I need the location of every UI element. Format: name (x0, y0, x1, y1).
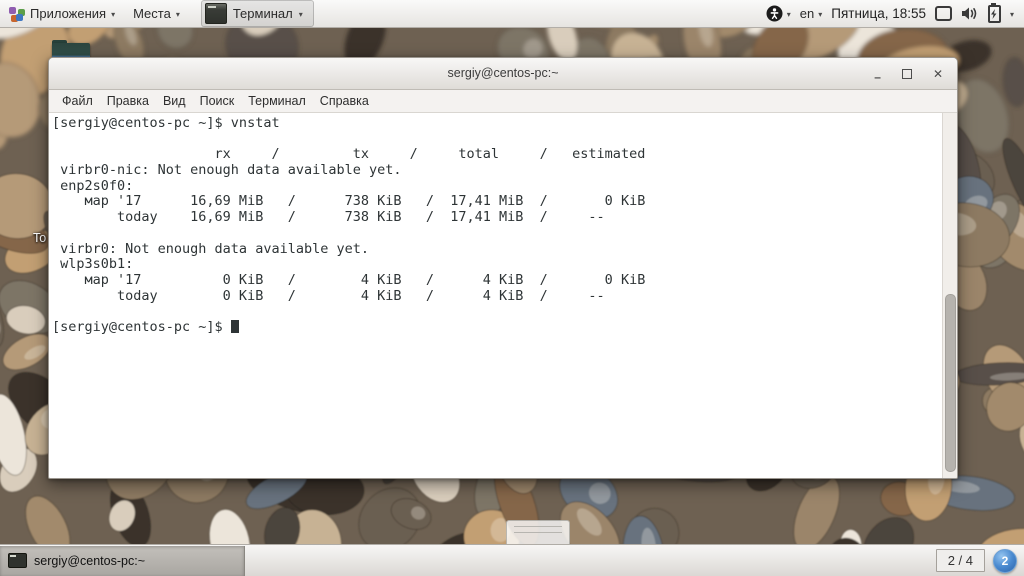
menu-help[interactable]: Справка (313, 90, 376, 112)
terminal-line: [sergiy@centos-pc ~]$ vnstat (52, 115, 280, 131)
terminal-line: rx / tx / total / estimated (52, 146, 646, 163)
places-menu-label: Места (133, 6, 171, 21)
volume-icon[interactable] (961, 6, 979, 21)
terminal-line: today 16,69 MiB / 738 KiB / 17,41 MiB / … (52, 209, 605, 226)
menu-file[interactable]: Файл (55, 90, 100, 112)
menu-search[interactable]: Поиск (193, 90, 242, 112)
menu-terminal[interactable]: Терминал (241, 90, 313, 112)
applications-icon (9, 6, 25, 22)
terminal-content[interactable]: [sergiy@centos-pc ~]$ vnstat rx / tx / t… (49, 113, 957, 478)
workspace-indicator[interactable]: 2 / 4 (935, 549, 985, 572)
taskbar-window-label: sergiy@centos-pc:~ (34, 553, 145, 568)
maximize-button[interactable] (901, 68, 912, 79)
terminal-line: virbr0-nic: Not enough data available ye… (52, 162, 402, 179)
scrollbar-thumb[interactable] (945, 294, 956, 472)
terminal-line: today 0 KiB / 4 KiB / 4 KiB / -- (52, 287, 605, 304)
places-menu[interactable]: Места ▾ (124, 0, 189, 27)
window-controls: – ✕ (874, 58, 943, 89)
panel-status-area: ▾ en ▾ Пятница, 18:55 ▾ (766, 0, 1024, 27)
chevron-down-icon[interactable]: ▾ (1010, 10, 1014, 19)
taskbar-right: 2 / 4 2 (935, 548, 1024, 573)
applications-menu[interactable]: Приложения ▾ (0, 0, 124, 27)
terminal-window: sergiy@centos-pc:~ – ✕ Файл Правка Вид П… (48, 57, 958, 479)
menu-view[interactable]: Вид (156, 90, 193, 112)
scrollbar[interactable] (942, 113, 957, 478)
workspace-badge[interactable]: 2 (993, 548, 1017, 573)
keyboard-layout-label: en (799, 6, 815, 21)
shell-prompt: [sergiy@centos-pc ~]$ (52, 318, 231, 335)
taskbar-window-button[interactable]: sergiy@centos-pc:~ (0, 545, 245, 576)
terminal-line: enp2s0f0: (52, 177, 134, 194)
window-title: sergiy@centos-pc:~ (447, 66, 559, 80)
thumbnail-popup (506, 520, 570, 547)
terminal-window-icon (204, 3, 227, 24)
terminal-prompt-line: [sergiy@centos-pc ~]$ (52, 318, 957, 336)
chevron-down-icon: ▾ (298, 10, 303, 19)
close-button[interactable]: ✕ (933, 68, 943, 80)
terminal-menubar: Файл Правка Вид Поиск Терминал Справка (49, 90, 957, 113)
top-panel: Приложения ▾ Места ▾ Терминал ▾ ▾ en ▾ П… (0, 0, 1024, 28)
accessibility-icon (766, 5, 783, 22)
display-icon[interactable] (934, 6, 952, 21)
text-cursor (230, 319, 239, 333)
terminal-line: мар '17 0 KiB / 4 KiB / 4 KiB / 0 KiB (52, 271, 646, 288)
applications-menu-label: Приложения (30, 6, 107, 21)
keyboard-layout-indicator[interactable]: en ▾ (800, 6, 822, 21)
active-app-menu[interactable]: Терминал ▾ (200, 0, 314, 27)
chevron-down-icon: ▾ (175, 10, 180, 19)
terminal-line: wlp3s0b1: (52, 256, 134, 273)
battery-charging-icon[interactable] (987, 2, 1001, 23)
chevron-down-icon: ▾ (818, 10, 823, 19)
terminal-icon (8, 553, 27, 568)
chevron-down-icon: ▾ (111, 10, 116, 19)
desktop-icon-label[interactable]: To (33, 231, 46, 245)
window-titlebar[interactable]: sergiy@centos-pc:~ – ✕ (49, 58, 957, 90)
menu-edit[interactable]: Правка (100, 90, 156, 112)
chevron-down-icon: ▾ (786, 10, 791, 19)
clock[interactable]: Пятница, 18:55 (831, 6, 926, 21)
active-app-label: Терминал (232, 6, 293, 21)
taskbar: sergiy@centos-pc:~ 2 / 4 2 (0, 544, 1024, 576)
minimize-button[interactable]: – (874, 71, 881, 83)
terminal-line: virbr0: Not enough data available yet. (52, 240, 369, 257)
accessibility-menu[interactable]: ▾ (766, 5, 791, 22)
terminal-line: мар '17 16,69 MiB / 738 KiB / 17,41 MiB … (52, 193, 646, 210)
